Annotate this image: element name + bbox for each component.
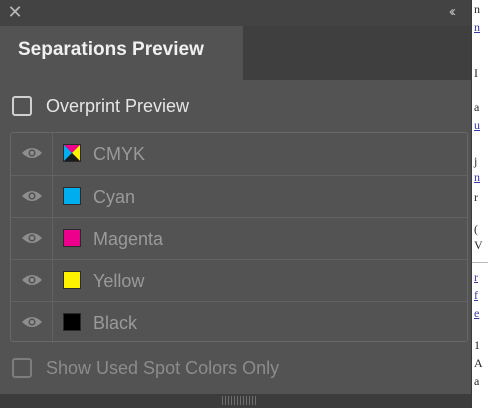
color-swatch-cyan [63,187,81,205]
separation-label: Black [93,313,138,333]
doc-text-fragment: r [474,190,478,204]
color-swatch-yellow [63,271,81,289]
separations-preview-panel: ✕ ‹‹ Separations Preview Overprint Previ… [0,0,472,408]
doc-link-fragment[interactable]: n [474,20,480,35]
eye-icon[interactable] [11,218,53,259]
doc-text-fragment: n [474,2,480,16]
doc-link-fragment[interactable]: u [474,118,480,133]
panel-tab-strip: Separations Preview [0,26,471,80]
doc-link-fragment[interactable]: n [474,170,480,185]
doc-text-fragment: ( [474,222,478,236]
panel-title-bar[interactable]: ✕ ‹‹ [0,0,471,26]
doc-text-fragment: 1 [474,338,480,352]
separation-label: CMYK [93,144,146,164]
separation-label: Magenta [93,229,164,249]
overprint-preview-checkbox[interactable] [12,96,32,116]
show-used-spot-colors-label: Show Used Spot Colors Only [46,358,280,378]
doc-text-fragment: V [474,238,483,252]
doc-text-fragment: A [474,356,483,370]
eye-icon[interactable] [11,133,53,175]
doc-link-fragment[interactable]: e [474,306,479,321]
background-document: n n I a u j n r ( V r f e 1 A a [472,0,488,408]
separation-row-cmyk[interactable]: CMYK [11,133,467,175]
separations-list: CMYK Cyan Magenta Yellow Black [10,132,468,343]
color-swatch-magenta [63,229,81,247]
color-swatch-cmyk [63,144,81,162]
separation-row-cyan[interactable]: Cyan [11,175,467,217]
eye-icon[interactable] [11,260,53,301]
tab-separations-preview[interactable]: Separations Preview [0,26,243,80]
separation-label: Yellow [93,271,145,291]
doc-text-fragment: j [474,154,478,168]
eye-icon[interactable] [11,302,53,343]
doc-text-fragment: a [474,100,480,114]
doc-link-fragment[interactable]: f [474,288,478,303]
eye-icon[interactable] [11,176,53,217]
doc-link-fragment[interactable]: r [474,270,478,285]
resize-grip-icon[interactable] [222,396,258,405]
overprint-preview-label: Overprint Preview [46,96,190,116]
doc-text-fragment: I [474,66,478,80]
doc-rule [472,262,488,263]
show-used-spot-colors-checkbox[interactable] [12,358,32,378]
doc-text-fragment: a [474,374,480,388]
separation-row-magenta[interactable]: Magenta [11,217,467,259]
collapse-panel-icon[interactable]: ‹‹ [441,2,461,22]
separation-row-yellow[interactable]: Yellow [11,259,467,301]
separation-row-black[interactable]: Black [11,301,467,343]
close-icon[interactable]: ✕ [6,3,24,21]
separation-label: Cyan [93,187,136,207]
color-swatch-black [63,313,81,331]
